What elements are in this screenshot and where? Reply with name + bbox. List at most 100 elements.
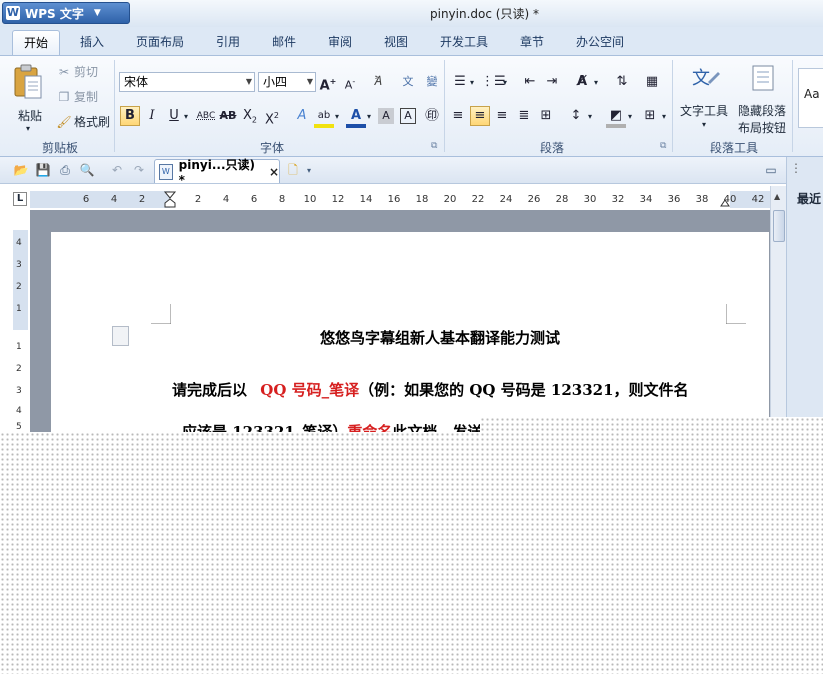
shading-color-icon[interactable]: ◩: [606, 106, 626, 128]
decrease-indent-icon[interactable]: ⇤: [520, 72, 540, 92]
chevron-down-icon[interactable]: ▾: [470, 78, 474, 87]
format-painter-label: 格式刷: [74, 115, 111, 129]
font-size-select[interactable]: 小四 ▼: [258, 72, 316, 92]
emphasis-mark-button[interactable]: ABC: [196, 106, 216, 126]
ruler-number: 4: [16, 238, 22, 248]
clipboard-group-label: 剪贴板: [42, 141, 79, 155]
tab-view[interactable]: 视图: [376, 30, 416, 55]
subscript-button[interactable]: X2: [240, 106, 260, 126]
strikethrough-button[interactable]: AB: [218, 106, 238, 126]
pinyin-guide-icon[interactable]: 文: [398, 72, 418, 92]
right-indent-marker-icon[interactable]: [720, 197, 730, 207]
format-painter-button[interactable]: 🖌 格式刷: [56, 113, 110, 130]
wps-app-menu-button[interactable]: W WPS 文字 ▼: [2, 2, 130, 24]
scrollbar-thumb[interactable]: [773, 210, 785, 242]
indent-marker-icon[interactable]: [164, 191, 176, 208]
chevron-down-icon[interactable]: ▾: [335, 112, 339, 121]
vertical-ruler[interactable]: 4 3 2 1 1 2 3 4 5: [13, 230, 28, 432]
justify-icon[interactable]: ≣: [514, 106, 534, 126]
chevron-down-icon[interactable]: ▾: [628, 112, 632, 121]
ruler-number: 2: [138, 194, 146, 205]
align-center-icon[interactable]: ≡: [470, 106, 490, 126]
bullet-list-icon[interactable]: ☰: [450, 72, 470, 92]
borders-icon[interactable]: ⊞: [640, 106, 660, 126]
paragraph-line: 应该是 123321_笔译）重命名此文档，发送: [182, 421, 482, 432]
scroll-up-icon[interactable]: ▲: [774, 192, 780, 201]
vertical-scrollbar[interactable]: ▲: [770, 186, 786, 432]
distribute-icon[interactable]: ⊞: [536, 106, 556, 126]
task-pane-handle-icon[interactable]: ⋮: [790, 161, 802, 175]
superscript-button[interactable]: X2: [262, 106, 282, 127]
tab-home[interactable]: 开始: [12, 30, 60, 55]
chevron-down-icon[interactable]: ▾: [367, 112, 371, 121]
shrink-font-icon[interactable]: A-: [340, 72, 360, 92]
paragraph-tools-group-label: 段落工具: [710, 141, 759, 155]
chinese-layout-icon[interactable]: A̸: [572, 72, 592, 92]
margin-corner-mark: [726, 304, 746, 324]
align-right-icon[interactable]: ≡: [492, 106, 512, 126]
paste-button[interactable]: 粘贴 ▾: [8, 62, 48, 133]
tab-insert[interactable]: 插入: [72, 30, 112, 55]
print-preview-icon[interactable]: 🔍: [78, 162, 96, 179]
text-tools-button[interactable]: 文 文字工具 ▾: [678, 62, 732, 136]
save-icon[interactable]: 💾: [34, 162, 52, 179]
close-icon[interactable]: ×: [269, 165, 279, 179]
horizontal-ruler[interactable]: 6 4 2 2 4 6 8 10 12 14 16 18 20 22 24 26…: [30, 191, 770, 208]
tab-developer[interactable]: 开发工具: [432, 30, 496, 55]
sort-icon[interactable]: ⇅: [612, 72, 632, 92]
paragraph-dialog-launcher-icon[interactable]: ⧉: [660, 141, 666, 151]
chevron-down-icon[interactable]: ▾: [503, 78, 507, 87]
document-tab[interactable]: W pinyi...只读) * ×: [154, 158, 280, 187]
font-dialog-launcher-icon[interactable]: ⧉: [431, 141, 437, 151]
chevron-down-icon[interactable]: ▾: [588, 112, 592, 121]
chevron-down-icon[interactable]: ▾: [662, 112, 666, 121]
cut-button[interactable]: ✂ 剪切: [56, 63, 98, 80]
bold-button[interactable]: B: [120, 106, 140, 126]
font-family-select[interactable]: 宋体 ▼: [119, 72, 255, 92]
numbered-list-icon[interactable]: ⋮☰: [481, 72, 506, 92]
style-gallery-item[interactable]: Aa: [798, 68, 823, 128]
ribbon-panel: 粘贴 ▾ ✂ 剪切 ❐ 复制 🖌 格式刷 剪贴板 宋体 ▼ 小四 ▼ A+ A-…: [0, 55, 823, 157]
change-case-icon[interactable]: 變: [422, 72, 442, 92]
tab-page-layout[interactable]: 页面布局: [128, 30, 192, 55]
task-pane-title: 最近: [797, 192, 822, 206]
tab-mail[interactable]: 邮件: [264, 30, 304, 55]
grow-font-icon[interactable]: A+: [318, 72, 338, 93]
character-shading-button[interactable]: A: [378, 108, 394, 124]
blank-region: [480, 417, 823, 433]
chevron-down-icon[interactable]: ▾: [594, 78, 598, 87]
print-icon[interactable]: ⎙: [56, 162, 74, 179]
enclose-character-icon[interactable]: ㊞: [422, 106, 442, 126]
increase-indent-icon[interactable]: ⇥: [542, 72, 562, 92]
italic-button[interactable]: I: [142, 106, 162, 126]
redo-icon[interactable]: ↷: [130, 162, 148, 179]
text-effect-icon[interactable]: A: [292, 106, 312, 126]
underline-button[interactable]: U: [164, 106, 184, 126]
show-marks-icon[interactable]: ▦: [642, 72, 662, 92]
font-color-button[interactable]: A: [346, 106, 366, 128]
chevron-down-icon[interactable]: ▾: [300, 162, 318, 179]
ruler-number: 14: [359, 194, 373, 205]
chevron-down-icon[interactable]: ▾: [184, 112, 188, 121]
tab-references[interactable]: 引用: [208, 30, 248, 55]
hide-paragraph-marks-button[interactable]: 隐藏段落 布局按钮: [736, 62, 788, 136]
copy-button[interactable]: ❐ 复制: [56, 88, 98, 105]
ruler-number: 34: [639, 194, 653, 205]
open-folder-icon[interactable]: 📂: [12, 162, 30, 179]
line-spacing-icon[interactable]: ↕: [566, 106, 586, 126]
tab-review[interactable]: 审阅: [320, 30, 360, 55]
ruler-number: 36: [667, 194, 681, 205]
text-tools-icon: 文: [692, 68, 720, 89]
tab-stop-selector[interactable]: L: [13, 192, 27, 206]
clear-format-icon[interactable]: Ꞻ: [368, 72, 388, 92]
align-left-icon[interactable]: ≡: [448, 106, 468, 126]
window-layout-icon[interactable]: ▭: [762, 162, 780, 179]
tab-sections[interactable]: 章节: [512, 30, 552, 55]
highlight-color-button[interactable]: ab: [314, 106, 334, 128]
ruler-number: 8: [278, 194, 286, 205]
undo-icon[interactable]: ↶: [108, 162, 126, 179]
text-run: 应该是 123321_笔译）: [182, 423, 348, 432]
ruler-number: 4: [222, 194, 230, 205]
character-border-button[interactable]: A: [400, 108, 416, 124]
tab-office-space[interactable]: 办公空间: [568, 30, 632, 55]
